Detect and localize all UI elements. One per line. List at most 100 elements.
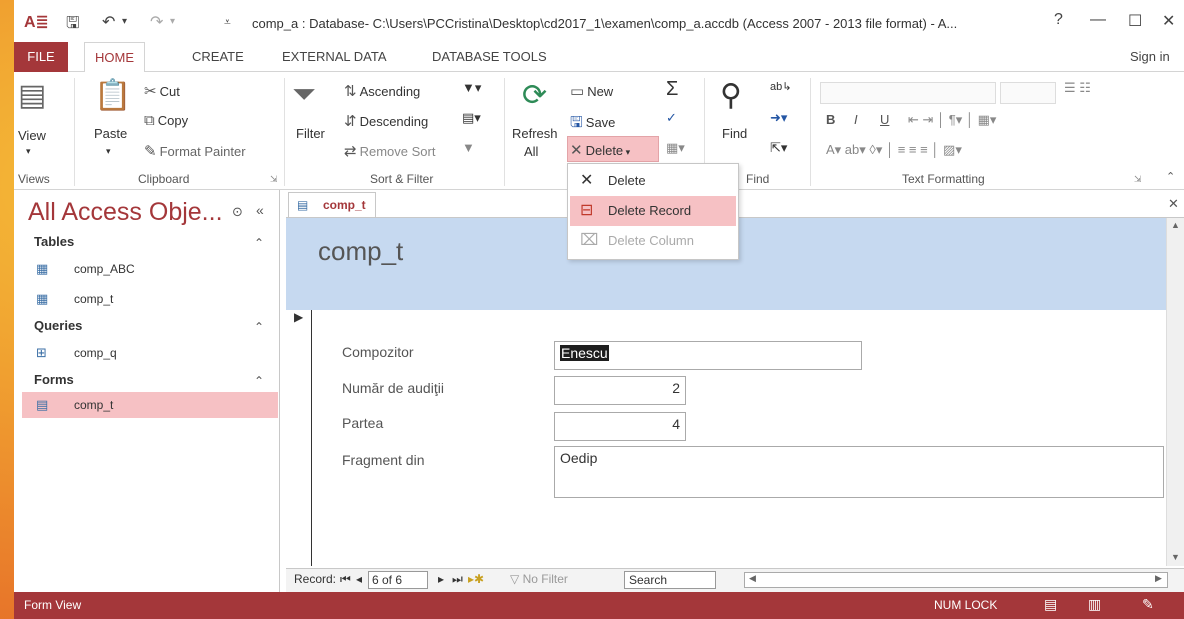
- underline-button[interactable]: U: [880, 112, 889, 127]
- separator: [810, 78, 811, 186]
- filter-button[interactable]: Filter: [296, 126, 325, 141]
- scroll-up-icon[interactable]: ▲: [1171, 220, 1180, 230]
- scroll-left-icon[interactable]: ◀: [749, 573, 756, 584]
- more-icon[interactable]: ▦▾: [666, 140, 685, 156]
- select-icon[interactable]: ⇱▾: [770, 140, 787, 156]
- text-launcher-icon[interactable]: ⇲: [1134, 174, 1142, 185]
- undo-icon[interactable]: ↶: [102, 12, 115, 32]
- refresh-all-button[interactable]: Refresh: [512, 126, 558, 141]
- format-painter-button[interactable]: ✎ Format Painter: [144, 142, 246, 160]
- query-icon: ⊞: [36, 345, 47, 360]
- indent-icons[interactable]: ⇤ ⇥ │ ¶▾ │ ▦▾: [908, 112, 996, 128]
- restore-button[interactable]: ☐: [1128, 11, 1142, 31]
- sort-descending-icon: ⇵: [344, 113, 357, 130]
- nav-item-table[interactable]: ▦ comp_ABC: [22, 256, 278, 282]
- find-button[interactable]: Find: [722, 126, 747, 141]
- chevron-up-icon[interactable]: ⌃: [254, 374, 264, 388]
- next-record-icon[interactable]: ▸: [438, 572, 444, 586]
- new-record-nav-icon[interactable]: ▸✱: [468, 572, 484, 586]
- format-painter-label: Format Painter: [159, 144, 246, 159]
- record-position-input[interactable]: 6 of 6: [368, 571, 428, 589]
- menu-item-delete-record[interactable]: ⊟ Delete Record: [570, 196, 736, 226]
- font-color-icons[interactable]: A▾ ab▾ ◊▾ │ ≡ ≡ ≡ │ ▨▾: [826, 142, 962, 158]
- clipboard-launcher-icon[interactable]: ⇲: [270, 174, 278, 185]
- fragment-din-field[interactable]: Oedip: [554, 446, 1164, 498]
- partea-field[interactable]: 4: [554, 412, 686, 441]
- save-quick-icon[interactable]: 🖫: [66, 12, 80, 39]
- minimize-button[interactable]: —: [1090, 11, 1106, 29]
- save-record-button[interactable]: 🖫 Save: [570, 112, 615, 137]
- nav-menu-icon[interactable]: ⊙: [232, 204, 243, 220]
- collapse-nav-icon[interactable]: «: [256, 202, 264, 218]
- cut-button[interactable]: ✂ Cut: [144, 82, 180, 100]
- scroll-right-icon[interactable]: ▶: [1155, 573, 1162, 584]
- selection-filter-icon[interactable]: ▼▾: [462, 80, 481, 96]
- copy-button[interactable]: ⧉ Copy: [144, 112, 188, 129]
- bold-button[interactable]: B: [826, 112, 835, 127]
- goto-icon[interactable]: ➜▾: [770, 110, 787, 126]
- status-view-text: Form View: [24, 598, 82, 612]
- delete-button[interactable]: ✕ Delete ▾: [567, 136, 659, 162]
- sign-in-link[interactable]: Sign in: [1130, 42, 1170, 72]
- close-button[interactable]: ✕: [1162, 11, 1175, 31]
- view-dropdown-icon[interactable]: ▾: [26, 146, 31, 157]
- chevron-up-icon[interactable]: ⌃: [254, 236, 264, 250]
- descending-button[interactable]: ⇵ Descending: [344, 112, 428, 130]
- spelling-icon[interactable]: ✓: [666, 110, 677, 126]
- italic-button[interactable]: I: [854, 112, 858, 127]
- record-selector[interactable]: ▶: [286, 310, 312, 566]
- numar-auditii-field[interactable]: 2: [554, 376, 686, 405]
- first-record-icon[interactable]: ⏮: [340, 572, 351, 587]
- nav-pane-title[interactable]: All Access Obje...: [28, 198, 223, 227]
- horizontal-scrollbar[interactable]: ◀ ▶: [744, 572, 1168, 588]
- bullets-icon[interactable]: ☰ ☷: [1064, 80, 1091, 96]
- font-size-select[interactable]: [1000, 82, 1056, 104]
- prev-record-icon[interactable]: ◂: [356, 572, 362, 586]
- advanced-filter-icon[interactable]: ▤▾: [462, 110, 481, 126]
- tab-database-tools[interactable]: DATABASE TOOLS: [422, 42, 557, 72]
- no-filter-button[interactable]: ▽ No Filter: [510, 572, 568, 586]
- nav-header-queries[interactable]: Queries: [34, 318, 82, 333]
- refresh-all-sub[interactable]: All: [524, 144, 538, 159]
- paste-button[interactable]: Paste: [94, 126, 127, 141]
- help-button[interactable]: ?: [1054, 11, 1063, 29]
- chevron-up-icon[interactable]: ⌃: [254, 320, 264, 334]
- new-record-button[interactable]: ▭ New: [570, 82, 613, 100]
- tab-create[interactable]: CREATE: [182, 42, 254, 72]
- new-record-icon: ▭: [570, 83, 585, 100]
- replace-icon[interactable]: ab↳: [770, 80, 791, 93]
- group-label-sort-filter: Sort & Filter: [370, 172, 434, 186]
- tab-external-data[interactable]: EXTERNAL DATA: [272, 42, 397, 72]
- nav-item-table[interactable]: ▦ comp_t: [22, 286, 278, 312]
- design-view-icon[interactable]: ✎: [1142, 596, 1154, 613]
- undo-dropdown-icon[interactable]: ▾: [122, 16, 127, 27]
- collapse-ribbon-icon[interactable]: ⌃: [1166, 170, 1175, 183]
- font-name-select[interactable]: [820, 82, 996, 104]
- totals-icon[interactable]: Σ: [666, 78, 678, 101]
- nav-item-form[interactable]: ▤ comp_t: [22, 392, 278, 418]
- view-icon: ▤: [18, 79, 47, 112]
- document-tab[interactable]: ▤ comp_t: [288, 192, 376, 218]
- group-label-views: Views: [18, 172, 50, 186]
- nav-header-forms[interactable]: Forms: [34, 372, 74, 387]
- scroll-down-icon[interactable]: ▼: [1171, 552, 1180, 562]
- form-view-icon[interactable]: ▤: [1044, 596, 1057, 613]
- nav-item-query[interactable]: ⊞ comp_q: [22, 340, 278, 366]
- close-document-icon[interactable]: ✕: [1168, 196, 1179, 212]
- paste-dropdown-icon[interactable]: ▾: [106, 146, 111, 157]
- view-button[interactable]: View: [18, 128, 46, 143]
- last-record-icon[interactable]: ⏭: [452, 572, 463, 587]
- ascending-button[interactable]: ⇅ Ascending: [344, 82, 420, 100]
- vertical-scrollbar[interactable]: ▲ ▼: [1166, 218, 1184, 566]
- customize-qat-icon[interactable]: ⩡: [224, 15, 231, 30]
- tab-home[interactable]: HOME: [84, 42, 145, 73]
- window-title: comp_a : Database- C:\Users\PCCristina\D…: [252, 16, 958, 31]
- tab-file[interactable]: FILE: [14, 42, 68, 72]
- layout-view-icon[interactable]: ▥: [1088, 596, 1101, 613]
- delete-label: Delete: [585, 143, 624, 158]
- menu-item-delete[interactable]: ✕ Delete: [570, 166, 736, 196]
- save-icon: 🖫: [570, 114, 583, 131]
- nav-header-tables[interactable]: Tables: [34, 234, 74, 249]
- search-input[interactable]: Search: [624, 571, 716, 589]
- compozitor-field[interactable]: Enescu: [554, 341, 862, 370]
